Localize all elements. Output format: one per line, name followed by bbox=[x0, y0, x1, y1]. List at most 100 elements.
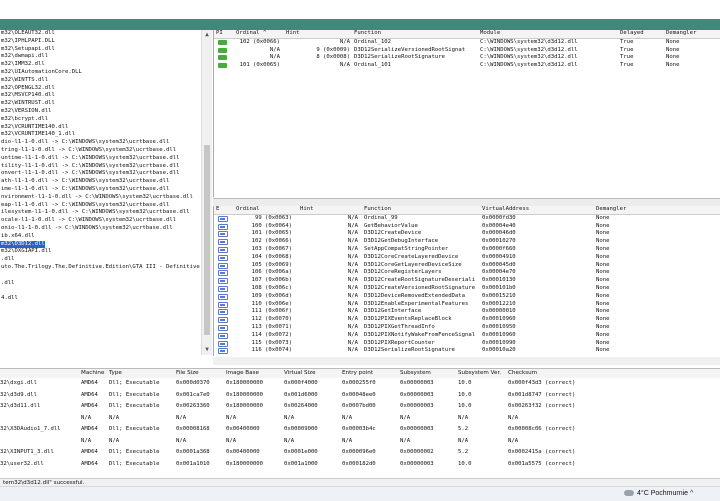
tree-item[interactable]: m32\OPENGL32.dll bbox=[0, 85, 200, 93]
module-row[interactable]: 32\dxgi.dll AMD64 Dll; Executable 0x000d037… bbox=[0, 378, 720, 390]
export-row[interactable]: 101 (0x0065) N/A D3D12CreateDevice 0x000046… bbox=[214, 230, 720, 238]
tree-item[interactable]: tring-l1-1-0.dll -> C:\WINDOWS\system32\… bbox=[0, 147, 200, 155]
export-row[interactable]: 110 (0x006e) N/A D3D12EnableExperimentalFe… bbox=[214, 301, 720, 309]
tree-item[interactable] bbox=[0, 342, 200, 350]
module-cell: N/A bbox=[176, 437, 187, 444]
tree-item[interactable] bbox=[0, 303, 200, 311]
module-row[interactable]: 32\d3d11.dll AMD64 Dll; Executable 0x002633… bbox=[0, 401, 720, 413]
export-row[interactable]: 115 (0x0073) N/A D3D12PIXReportCounter 0x00… bbox=[214, 340, 720, 348]
cloud-icon[interactable] bbox=[624, 490, 634, 496]
tree-item[interactable]: dio-l1-1-0.dll -> C:\WINDOWS\system32\uc… bbox=[0, 139, 200, 147]
export-row[interactable]: 108 (0x006c) N/A D3D12CreateVersionedRootS… bbox=[214, 285, 720, 293]
tree-item[interactable]: tility-l1-1-0.dll -> C:\WINDOWS\system32… bbox=[0, 163, 200, 171]
module-cell: AMD64 bbox=[81, 391, 98, 398]
tree-item[interactable]: .dll bbox=[0, 280, 200, 288]
module-row[interactable]: 32\X3DAudio1_7.dll AMD64 Dll; Executable 0x… bbox=[0, 424, 720, 436]
tree-item[interactable]: onio-l1-1-0.dll -> C:\WINDOWS\system32\u… bbox=[0, 225, 200, 233]
tree-item[interactable]: uto.The.Trilogy.The.Definitive.Edition\G… bbox=[0, 264, 200, 272]
exports-hscrollbar[interactable] bbox=[213, 357, 720, 365]
export-row[interactable]: 109 (0x006d) N/A D3D12DeviceRemovedExtende… bbox=[214, 293, 720, 301]
tree-item[interactable]: m32\VCRUNTIME140_1.dll bbox=[0, 131, 200, 139]
tree-item[interactable]: ilesystem-l1-1-0.dll -> C:\WINDOWS\syste… bbox=[0, 209, 200, 217]
weather-widget[interactable]: 4°C Pochmurnie bbox=[637, 489, 688, 499]
tree-item[interactable]: ime-l1-1-0.dll -> C:\WINDOWS\system32\uc… bbox=[0, 186, 200, 194]
tree-item[interactable]: onvert-l1-1-0.dll -> C:\WINDOWS\system32… bbox=[0, 170, 200, 178]
tree-item[interactable]: ib.x64.dll bbox=[0, 233, 200, 241]
tree-item[interactable]: m32\WINTTS.dll bbox=[0, 77, 200, 85]
import-row[interactable]: N/A 8 (0x0008) D3D12SerializeRootSignature… bbox=[214, 54, 720, 62]
module-row[interactable]: N/A N/A N/A N/A N/A N/A N/A N/A N/A bbox=[0, 436, 720, 448]
tree-item[interactable]: m32\IMM32.dll bbox=[0, 61, 200, 69]
export-cell: D3D12CreateDevice bbox=[364, 230, 422, 237]
module-cell: Dll; Executable bbox=[109, 391, 160, 398]
module-row[interactable]: 32\d3d9.dll AMD64 Dll; Executable 0x001ca7e… bbox=[0, 390, 720, 402]
tree-item[interactable]: eap-l1-1-0.dll -> C:\WINDOWS\system32\uc… bbox=[0, 202, 200, 210]
export-row[interactable]: 99 (0x0063) N/A Ordinal_99 0x0000fd30 None bbox=[214, 215, 720, 223]
tree-item[interactable]: m32\Setupapi.dll bbox=[0, 46, 200, 54]
tree-item[interactable]: m32\dwmapi.dll bbox=[0, 53, 200, 61]
tree-item[interactable]: .dll bbox=[0, 256, 200, 264]
export-row[interactable]: 114 (0x0072) N/A D3D12PIXNotifyWakeFromFen… bbox=[214, 332, 720, 340]
export-row[interactable]: 104 (0x0068) N/A D3D12CoreCreateLayeredDev… bbox=[214, 254, 720, 262]
export-row[interactable]: 111 (0x006f) N/A D3D12GetInterface 0x000000… bbox=[214, 308, 720, 316]
tree-item[interactable] bbox=[0, 311, 200, 319]
module-row[interactable]: 32\user32.dll AMD64 Dll; Executable 0x001a1… bbox=[0, 459, 720, 471]
export-row[interactable]: 100 (0x0064) N/A GetBehaviorValue 0x00004e4… bbox=[214, 223, 720, 231]
tree-item[interactable] bbox=[0, 318, 200, 326]
tree-item[interactable]: m32\OLEAUT32.dll bbox=[0, 30, 200, 38]
export-cell: 105 (0x0069) bbox=[251, 261, 292, 268]
tree-item[interactable]: 4.dll bbox=[0, 295, 200, 303]
modules-column-header: Type bbox=[109, 370, 122, 376]
tree-item[interactable] bbox=[0, 272, 200, 280]
module-cell: 0x001d6000 bbox=[284, 391, 318, 398]
tree-item[interactable] bbox=[0, 326, 200, 334]
import-cell: D3D12SerializeVersionedRootSignat bbox=[354, 46, 466, 53]
tree-item[interactable] bbox=[0, 287, 200, 295]
tree-item[interactable]: m32\D3D12.dll bbox=[0, 240, 45, 249]
import-cell: N/A bbox=[339, 62, 350, 69]
export-row[interactable]: 105 (0x0069) N/A D3D12CoreGetLayeredDevice… bbox=[214, 262, 720, 270]
tree-item[interactable]: m32\VERSION.dll bbox=[0, 108, 200, 116]
tree-item[interactable]: nvironment-l1-1-0.dll -> C:\WINDOWS\syst… bbox=[0, 194, 200, 202]
tree-item[interactable]: m32\bcrypt.dll bbox=[0, 116, 200, 124]
tree-item[interactable]: m32\IPHLPAPI.DLL bbox=[0, 38, 200, 46]
tree-item[interactable]: m32\DXGIAPI.dll bbox=[0, 248, 200, 256]
tree-item[interactable]: untime-l1-1-0.dll -> C:\WINDOWS\system32… bbox=[0, 155, 200, 163]
scroll-up-icon[interactable]: ▲ bbox=[203, 31, 211, 39]
import-row[interactable]: 102 (0x0066) N/A Ordinal_102 C:\WINDOWS\sys… bbox=[214, 39, 720, 47]
module-row[interactable]: N/A N/A N/A N/A N/A N/A N/A N/A N/A bbox=[0, 413, 720, 425]
export-cell: 0x00010960 bbox=[482, 316, 516, 323]
export-cell: D3D12GetDebugInterface bbox=[364, 238, 439, 245]
module-cell: AMD64 bbox=[81, 380, 98, 386]
tree-item[interactable] bbox=[0, 334, 200, 342]
module-cell: 0x00000003 bbox=[400, 380, 434, 386]
module-tree[interactable]: m32\OLEAUT32.dll m32\IPHLPAPI.DLL m32\Setu… bbox=[0, 30, 200, 355]
export-cell: N/A bbox=[347, 347, 358, 354]
export-row[interactable]: 102 (0x0066) N/A D3D12GetDebugInterface 0x0… bbox=[214, 238, 720, 246]
tree-item[interactable]: m32\VCRUNTIME140.dll bbox=[0, 124, 200, 132]
export-row[interactable]: 113 (0x0071) N/A D3D12PIXGetThreadInfo 0x00… bbox=[214, 324, 720, 332]
exports-column-header: Hint bbox=[300, 206, 314, 212]
export-row[interactable]: 116 (0x0074) N/A D3D12SerializeRootSignatu… bbox=[214, 347, 720, 355]
export-row[interactable]: 112 (0x0070) N/A D3D12PIXEventsReplaceBloc… bbox=[214, 316, 720, 324]
tree-item[interactable]: m32\WINTRUST.dll bbox=[0, 100, 200, 108]
scroll-thumb[interactable] bbox=[204, 145, 210, 335]
module-row[interactable]: 32\XINPUT1_3.dll AMD64 Dll; Executable 0x00… bbox=[0, 447, 720, 459]
module-cell: N/A bbox=[284, 414, 295, 421]
tree-item[interactable]: m32\MSVCP140.dll bbox=[0, 92, 200, 100]
tree-item[interactable]: ocale-l1-1-0.dll -> C:\WINDOWS\system32\… bbox=[0, 217, 200, 225]
tree-item[interactable] bbox=[0, 350, 200, 355]
tree-scrollbar[interactable]: ▲ ▼ bbox=[201, 30, 212, 355]
export-icon bbox=[218, 254, 228, 261]
tray-chevron-icon[interactable]: ^ bbox=[690, 489, 693, 499]
tree-item[interactable]: m32\UIAutomationCore.DLL bbox=[0, 69, 200, 77]
import-row[interactable]: N/A 9 (0x0009) D3D12SerializeVersionedRoot… bbox=[214, 47, 720, 55]
scroll-down-icon[interactable]: ▼ bbox=[203, 346, 211, 354]
export-row[interactable]: 106 (0x006a) N/A D3D12CoreRegisterLayers 0x… bbox=[214, 269, 720, 277]
export-row[interactable]: 107 (0x006b) N/A D3D12CreateRootSignatureD… bbox=[214, 277, 720, 285]
module-cell: 0x00000003 bbox=[400, 426, 434, 432]
export-cell: 0x00015210 bbox=[482, 292, 516, 299]
export-row[interactable]: 103 (0x0067) N/A SetAppCompatStringPointer… bbox=[214, 246, 720, 254]
import-row[interactable]: 101 (0x0065) N/A Ordinal_101 C:\WINDOWS\sys… bbox=[214, 62, 720, 70]
tree-item[interactable]: ath-l1-1-0.dll -> C:\WINDOWS\system32\uc… bbox=[0, 178, 200, 186]
